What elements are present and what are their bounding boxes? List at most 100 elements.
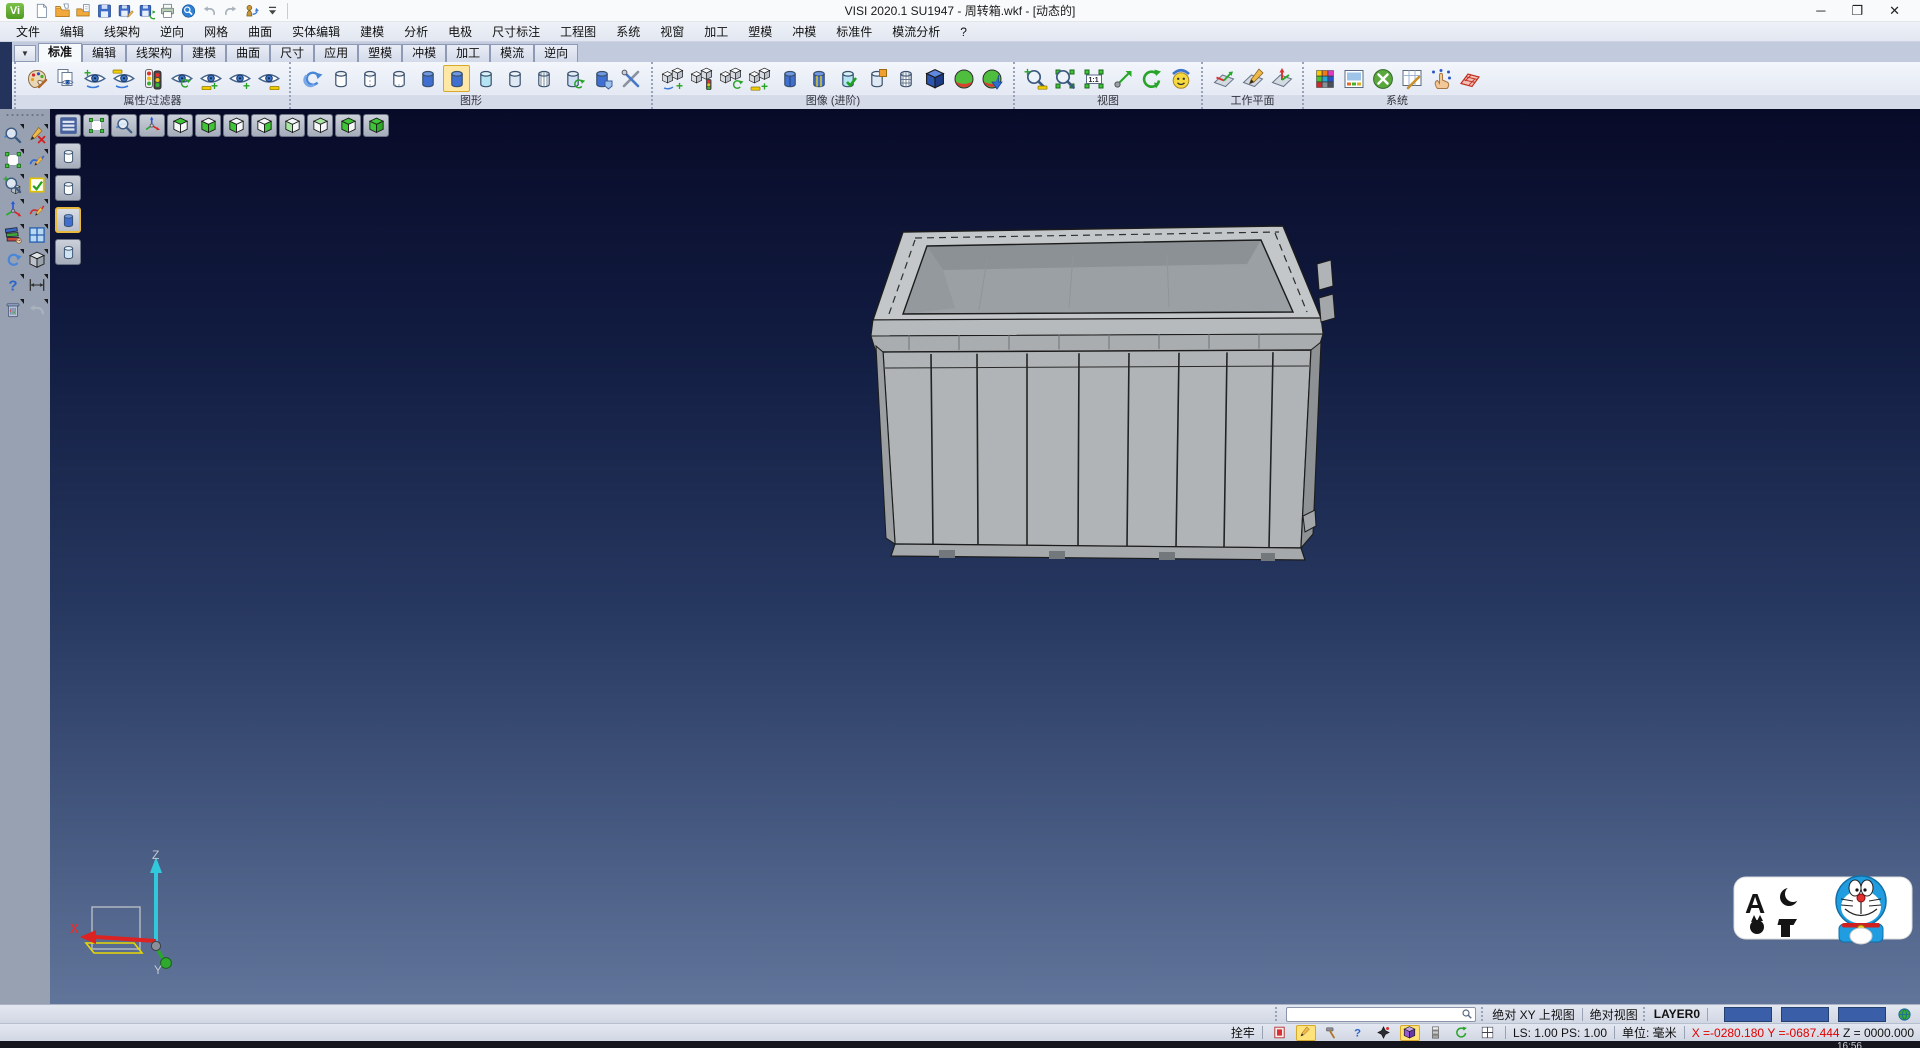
undo-history-icon[interactable] xyxy=(242,1,261,20)
palette-brush-icon[interactable] xyxy=(23,65,50,92)
frame-select-icon[interactable] xyxy=(2,148,25,171)
open-file-icon[interactable] xyxy=(53,1,72,20)
validate-icon[interactable] xyxy=(26,173,49,196)
new-document-icon[interactable] xyxy=(32,1,51,20)
menu-尺寸标注[interactable]: 尺寸标注 xyxy=(482,21,550,42)
menu-文件[interactable]: 文件 xyxy=(6,21,50,42)
axes-origin-icon[interactable] xyxy=(139,114,165,137)
menu-实体编辑[interactable]: 实体编辑 xyxy=(282,21,350,42)
zoom-window-icon[interactable] xyxy=(83,114,109,137)
tab-尺寸[interactable]: 尺寸 xyxy=(270,44,314,62)
workplane-edit-icon[interactable] xyxy=(1239,65,1266,92)
globe-icon[interactable] xyxy=(1894,1006,1914,1022)
help-icon[interactable]: ? xyxy=(2,273,25,296)
viewport-3d[interactable]: Z X Y A xyxy=(50,109,1920,1004)
cylinder-wireframe-icon[interactable] xyxy=(327,65,354,92)
menu-逆向[interactable]: 逆向 xyxy=(150,21,194,42)
menu-编辑[interactable]: 编辑 xyxy=(50,21,94,42)
tab-标准[interactable]: 标准 xyxy=(38,43,82,62)
eye-remove-icon[interactable] xyxy=(255,65,282,92)
print-icon[interactable] xyxy=(158,1,177,20)
eye-refresh-icon[interactable] xyxy=(168,65,195,92)
eye-plus-lasso-icon[interactable]: + xyxy=(81,65,108,92)
cylinder-solid-icon[interactable] xyxy=(776,65,803,92)
tab-塑模[interactable]: 塑模 xyxy=(358,44,402,62)
close-button[interactable]: ✕ xyxy=(1889,1,1900,21)
menu-标准件[interactable]: 标准件 xyxy=(826,21,882,42)
search-input[interactable] xyxy=(1289,1007,1461,1021)
menu-冲模[interactable]: 冲模 xyxy=(782,21,826,42)
view-right-icon[interactable] xyxy=(251,114,277,137)
menu-分析[interactable]: 分析 xyxy=(394,21,438,42)
viewport-menu-icon[interactable] xyxy=(55,114,81,137)
eye-minus-lasso-icon[interactable] xyxy=(110,65,137,92)
lock-toggle[interactable]: 拴牢 xyxy=(1231,1024,1255,1041)
app-logo[interactable]: Vi xyxy=(6,3,24,19)
grid-settings-icon[interactable] xyxy=(1456,65,1483,92)
ucs-cube-icon[interactable] xyxy=(1400,1025,1420,1041)
view-iso-icon[interactable] xyxy=(363,114,389,137)
cylinder-shaded-icon[interactable] xyxy=(414,65,441,92)
point-select-icon[interactable] xyxy=(1427,65,1454,92)
color-table-icon[interactable] xyxy=(1311,65,1338,92)
system-settings-icon[interactable] xyxy=(1369,65,1396,92)
tab-加工[interactable]: 加工 xyxy=(446,44,490,62)
menu-电极[interactable]: 电极 xyxy=(438,21,482,42)
solid-cube-icon[interactable] xyxy=(26,248,49,271)
sphere-extract-icon[interactable] xyxy=(979,65,1006,92)
tools-hammer-icon[interactable] xyxy=(1322,1025,1342,1041)
zoom-fly-icon[interactable] xyxy=(2,123,25,146)
zoom-extents-icon[interactable] xyxy=(1051,65,1078,92)
import-folder-icon[interactable] xyxy=(74,1,93,20)
shaded-cube-icon[interactable] xyxy=(921,65,948,92)
view-left-icon[interactable] xyxy=(223,114,249,137)
cylinder-transparent-icon[interactable] xyxy=(472,65,499,92)
auto-refresh-icon[interactable] xyxy=(1452,1025,1472,1041)
undo-icon[interactable] xyxy=(200,1,219,20)
eye-add-icon[interactable]: + xyxy=(226,65,253,92)
solids-traffic-icon[interactable] xyxy=(689,65,716,92)
view-reference-label[interactable]: 绝对 XY 上视图 xyxy=(1492,1006,1574,1023)
workplane-create-icon[interactable] xyxy=(1210,65,1237,92)
layer-color-swatch-3[interactable] xyxy=(1838,1007,1886,1022)
cylinder-flat-icon[interactable] xyxy=(501,65,528,92)
window-panes-icon[interactable] xyxy=(26,223,49,246)
menu-线架构[interactable]: 线架构 xyxy=(94,21,150,42)
command-search-box[interactable] xyxy=(1286,1007,1476,1022)
layer-color-swatch-1[interactable] xyxy=(1724,1007,1772,1022)
redraw-icon[interactable] xyxy=(298,65,325,92)
render-shaded-icon[interactable] xyxy=(55,207,81,233)
viewport-split-icon[interactable] xyxy=(1478,1025,1498,1041)
tab-逆向[interactable]: 逆向 xyxy=(534,44,578,62)
cylinder-striped-icon[interactable] xyxy=(805,65,832,92)
image-export-icon[interactable] xyxy=(1340,65,1367,92)
toolbar-grip[interactable] xyxy=(5,113,45,119)
menu-加工[interactable]: 加工 xyxy=(694,21,738,42)
redo-icon[interactable] xyxy=(221,1,240,20)
menu-塑模[interactable]: 塑模 xyxy=(738,21,782,42)
tab-线架构[interactable]: 线架构 xyxy=(126,44,182,62)
tab-冲模[interactable]: 冲模 xyxy=(402,44,446,62)
undo-flat-icon[interactable] xyxy=(26,298,49,321)
zoom-fly-icon[interactable] xyxy=(111,114,137,137)
render-ghost-icon[interactable] xyxy=(55,239,81,265)
save-all-icon[interactable] xyxy=(137,1,156,20)
zoom-inout-icon[interactable]: + xyxy=(1022,65,1049,92)
view-mode-label[interactable]: 绝对视图 xyxy=(1590,1006,1638,1023)
eye-plusminus-icon[interactable]: + xyxy=(197,65,224,92)
qat-customize-icon[interactable] xyxy=(263,1,282,20)
tab-应用[interactable]: 应用 xyxy=(314,44,358,62)
cylinder-shaded-selected-icon[interactable] xyxy=(443,65,470,92)
draft-pencil-icon[interactable] xyxy=(1296,1025,1316,1041)
workplane-align-icon[interactable] xyxy=(1268,65,1295,92)
refresh-blue-icon[interactable] xyxy=(2,248,25,271)
menu-系统[interactable]: 系统 xyxy=(606,21,650,42)
view-back-icon[interactable] xyxy=(307,114,333,137)
layer-color-swatch-2[interactable] xyxy=(1781,1007,1829,1022)
tab-曲面[interactable]: 曲面 xyxy=(226,44,270,62)
move-origin-icon[interactable] xyxy=(2,198,25,221)
cylinder-regen-icon[interactable] xyxy=(559,65,586,92)
model-turnover-box[interactable] xyxy=(869,220,1341,627)
measure-icon[interactable] xyxy=(26,273,49,296)
copy-attributes-icon[interactable] xyxy=(52,65,79,92)
